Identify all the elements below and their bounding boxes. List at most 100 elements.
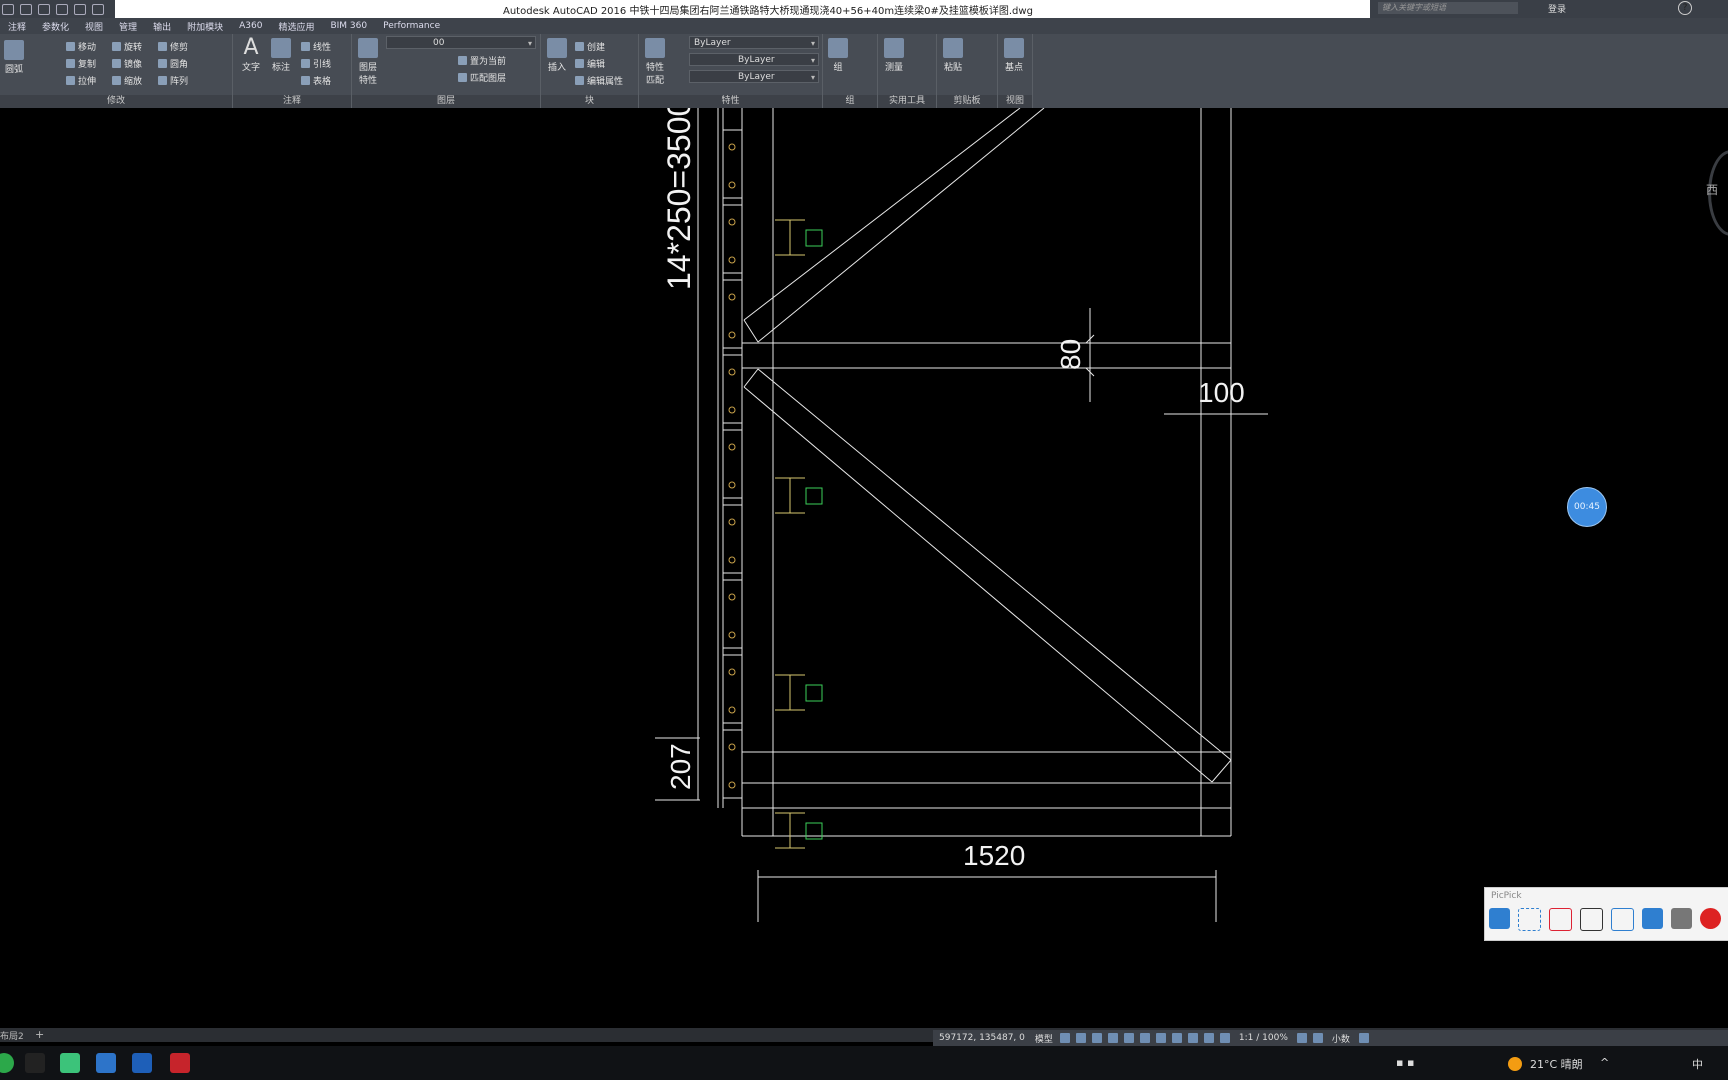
- annotation-visibility-icon[interactable]: [1219, 1033, 1230, 1043]
- weather-text[interactable]: 21°C 晴朗: [1530, 1056, 1583, 1072]
- dim-100: 100: [1198, 377, 1245, 408]
- tab-featured-apps[interactable]: 精选应用: [270, 20, 322, 33]
- dimension-button[interactable]: 标注: [269, 38, 293, 73]
- linear-button[interactable]: 线性: [301, 40, 331, 53]
- drawing-canvas[interactable]: 14*250=3500 80 100 207 1520: [0, 99, 1728, 1028]
- wechat-app-icon[interactable]: [0, 1053, 14, 1073]
- tab-bim360[interactable]: BIM 360: [322, 21, 375, 31]
- panel-modify-label[interactable]: 修改: [0, 95, 232, 108]
- otrack-icon[interactable]: [1139, 1033, 1150, 1043]
- plot-icon[interactable]: [92, 3, 104, 15]
- tab-annotate[interactable]: 注释: [0, 20, 34, 33]
- create-block-button[interactable]: 创建: [575, 40, 605, 53]
- move-button[interactable]: 移动: [66, 40, 96, 53]
- panel-view-label[interactable]: 视图: [998, 95, 1032, 108]
- lineweight-dropdown[interactable]: ByLayer: [689, 70, 819, 84]
- ime-indicator[interactable]: 中: [1692, 1056, 1703, 1072]
- redo-icon[interactable]: [74, 3, 86, 15]
- snap-icon[interactable]: [1075, 1033, 1086, 1043]
- leader-icon: [301, 59, 310, 68]
- record-icon[interactable]: [1700, 908, 1721, 929]
- grid-icon[interactable]: [1059, 1033, 1070, 1043]
- customize-icon[interactable]: [1358, 1033, 1369, 1043]
- osnap-icon[interactable]: [1123, 1033, 1134, 1043]
- search-input[interactable]: 键入关键字或短语: [1378, 2, 1518, 14]
- panel-properties-label[interactable]: 特性: [639, 95, 822, 108]
- match-layer-button[interactable]: 匹配图层: [458, 71, 506, 84]
- workspace-gear-icon[interactable]: [1296, 1033, 1307, 1043]
- table-button[interactable]: 表格: [301, 74, 331, 87]
- set-current-button[interactable]: 置为当前: [458, 54, 506, 67]
- copy-button[interactable]: 复制: [66, 57, 96, 70]
- mirror-button[interactable]: 镜像: [112, 57, 142, 70]
- browser-app-icon[interactable]: [96, 1053, 116, 1073]
- tab-performance[interactable]: Performance: [375, 21, 448, 31]
- tab-a360[interactable]: A360: [231, 21, 270, 31]
- edit-attributes-button[interactable]: 编辑属性: [575, 74, 623, 87]
- annotation-scale[interactable]: 1:1 / 100%: [1233, 1033, 1294, 1043]
- rotate-button[interactable]: 旋转: [112, 40, 142, 53]
- qq-app-icon[interactable]: [25, 1053, 45, 1073]
- match-properties-button[interactable]: 特性 匹配: [641, 38, 669, 86]
- open-icon[interactable]: [20, 3, 32, 15]
- ortho-icon[interactable]: [1091, 1033, 1102, 1043]
- panel-layers-label[interactable]: 图层: [352, 95, 540, 108]
- capture-fixed-icon[interactable]: [1611, 908, 1634, 931]
- base-point-button[interactable]: 基点: [1000, 38, 1028, 73]
- panel-annotation-label[interactable]: 注释: [233, 95, 351, 108]
- linetype-dropdown[interactable]: ByLayer: [689, 53, 819, 67]
- recording-timer[interactable]: 00:45: [1567, 487, 1607, 527]
- panel-block-label[interactable]: 块: [541, 95, 638, 108]
- save-icon[interactable]: [38, 3, 50, 15]
- autocad-app-icon[interactable]: [170, 1053, 190, 1073]
- capture-region-icon[interactable]: [1518, 908, 1541, 931]
- units-dropdown[interactable]: 小数: [1326, 1032, 1356, 1045]
- panel-groups-label[interactable]: 组: [823, 95, 877, 108]
- scale-button[interactable]: 缩放: [112, 74, 142, 87]
- array-button[interactable]: 阵列: [158, 74, 188, 87]
- arc-button[interactable]: 圆弧: [2, 40, 26, 75]
- isolate-icon[interactable]: [1312, 1033, 1323, 1043]
- add-layout-icon[interactable]: +: [35, 1028, 44, 1041]
- fillet-button[interactable]: 圆角: [158, 57, 188, 70]
- trim-button[interactable]: 修剪: [158, 40, 188, 53]
- capture-screen-icon[interactable]: [1489, 908, 1510, 929]
- stretch-button[interactable]: 拉伸: [66, 74, 96, 87]
- fillet-label: 圆角: [170, 60, 189, 70]
- tab-output[interactable]: 输出: [145, 20, 179, 33]
- lanxin-app-icon[interactable]: [132, 1053, 152, 1073]
- paste-button[interactable]: 粘贴: [939, 38, 967, 73]
- annotation-monitor-icon[interactable]: [1203, 1033, 1214, 1043]
- capture-window-icon[interactable]: [1549, 908, 1572, 931]
- layer-properties-button[interactable]: 图层 特性: [354, 38, 382, 86]
- layer-dropdown[interactable]: 00: [386, 36, 536, 50]
- capture-scroll-icon[interactable]: [1580, 908, 1603, 931]
- text-button[interactable]: A 文字: [239, 37, 263, 74]
- tray-chevron-icon[interactable]: ^: [1600, 1056, 1609, 1069]
- transparency-icon[interactable]: [1171, 1033, 1182, 1043]
- color-dropdown[interactable]: ByLayer: [689, 36, 819, 50]
- model-space-button[interactable]: 模型: [1031, 1032, 1057, 1045]
- selection-cycling-icon[interactable]: [1187, 1033, 1198, 1043]
- iqiyi-app-icon[interactable]: [60, 1053, 80, 1073]
- layout-tab-2[interactable]: 布局2: [0, 1029, 24, 1042]
- edit-block-button[interactable]: 编辑: [575, 57, 605, 70]
- polar-icon[interactable]: [1107, 1033, 1118, 1043]
- panel-clipboard-label[interactable]: 剪贴板: [937, 95, 997, 108]
- undo-icon[interactable]: [56, 3, 68, 15]
- lineweight-icon[interactable]: [1155, 1033, 1166, 1043]
- leader-button[interactable]: 引线: [301, 57, 331, 70]
- group-button[interactable]: 组: [825, 38, 851, 73]
- tab-parametric[interactable]: 参数化: [34, 20, 77, 33]
- insert-button[interactable]: 插入: [543, 38, 571, 73]
- measure-button[interactable]: 测量: [880, 38, 908, 73]
- capture-freehand-icon[interactable]: [1642, 908, 1663, 929]
- tab-manage[interactable]: 管理: [111, 20, 145, 33]
- login-button[interactable]: 登录: [1548, 2, 1566, 15]
- help-button[interactable]: ?: [1678, 1, 1692, 15]
- tab-addins[interactable]: 附加模块: [179, 20, 231, 33]
- tab-view[interactable]: 视图: [77, 20, 111, 33]
- new-icon[interactable]: [2, 3, 14, 15]
- camera-icon[interactable]: [1671, 908, 1692, 929]
- panel-utilities-label[interactable]: 实用工具: [878, 95, 936, 108]
